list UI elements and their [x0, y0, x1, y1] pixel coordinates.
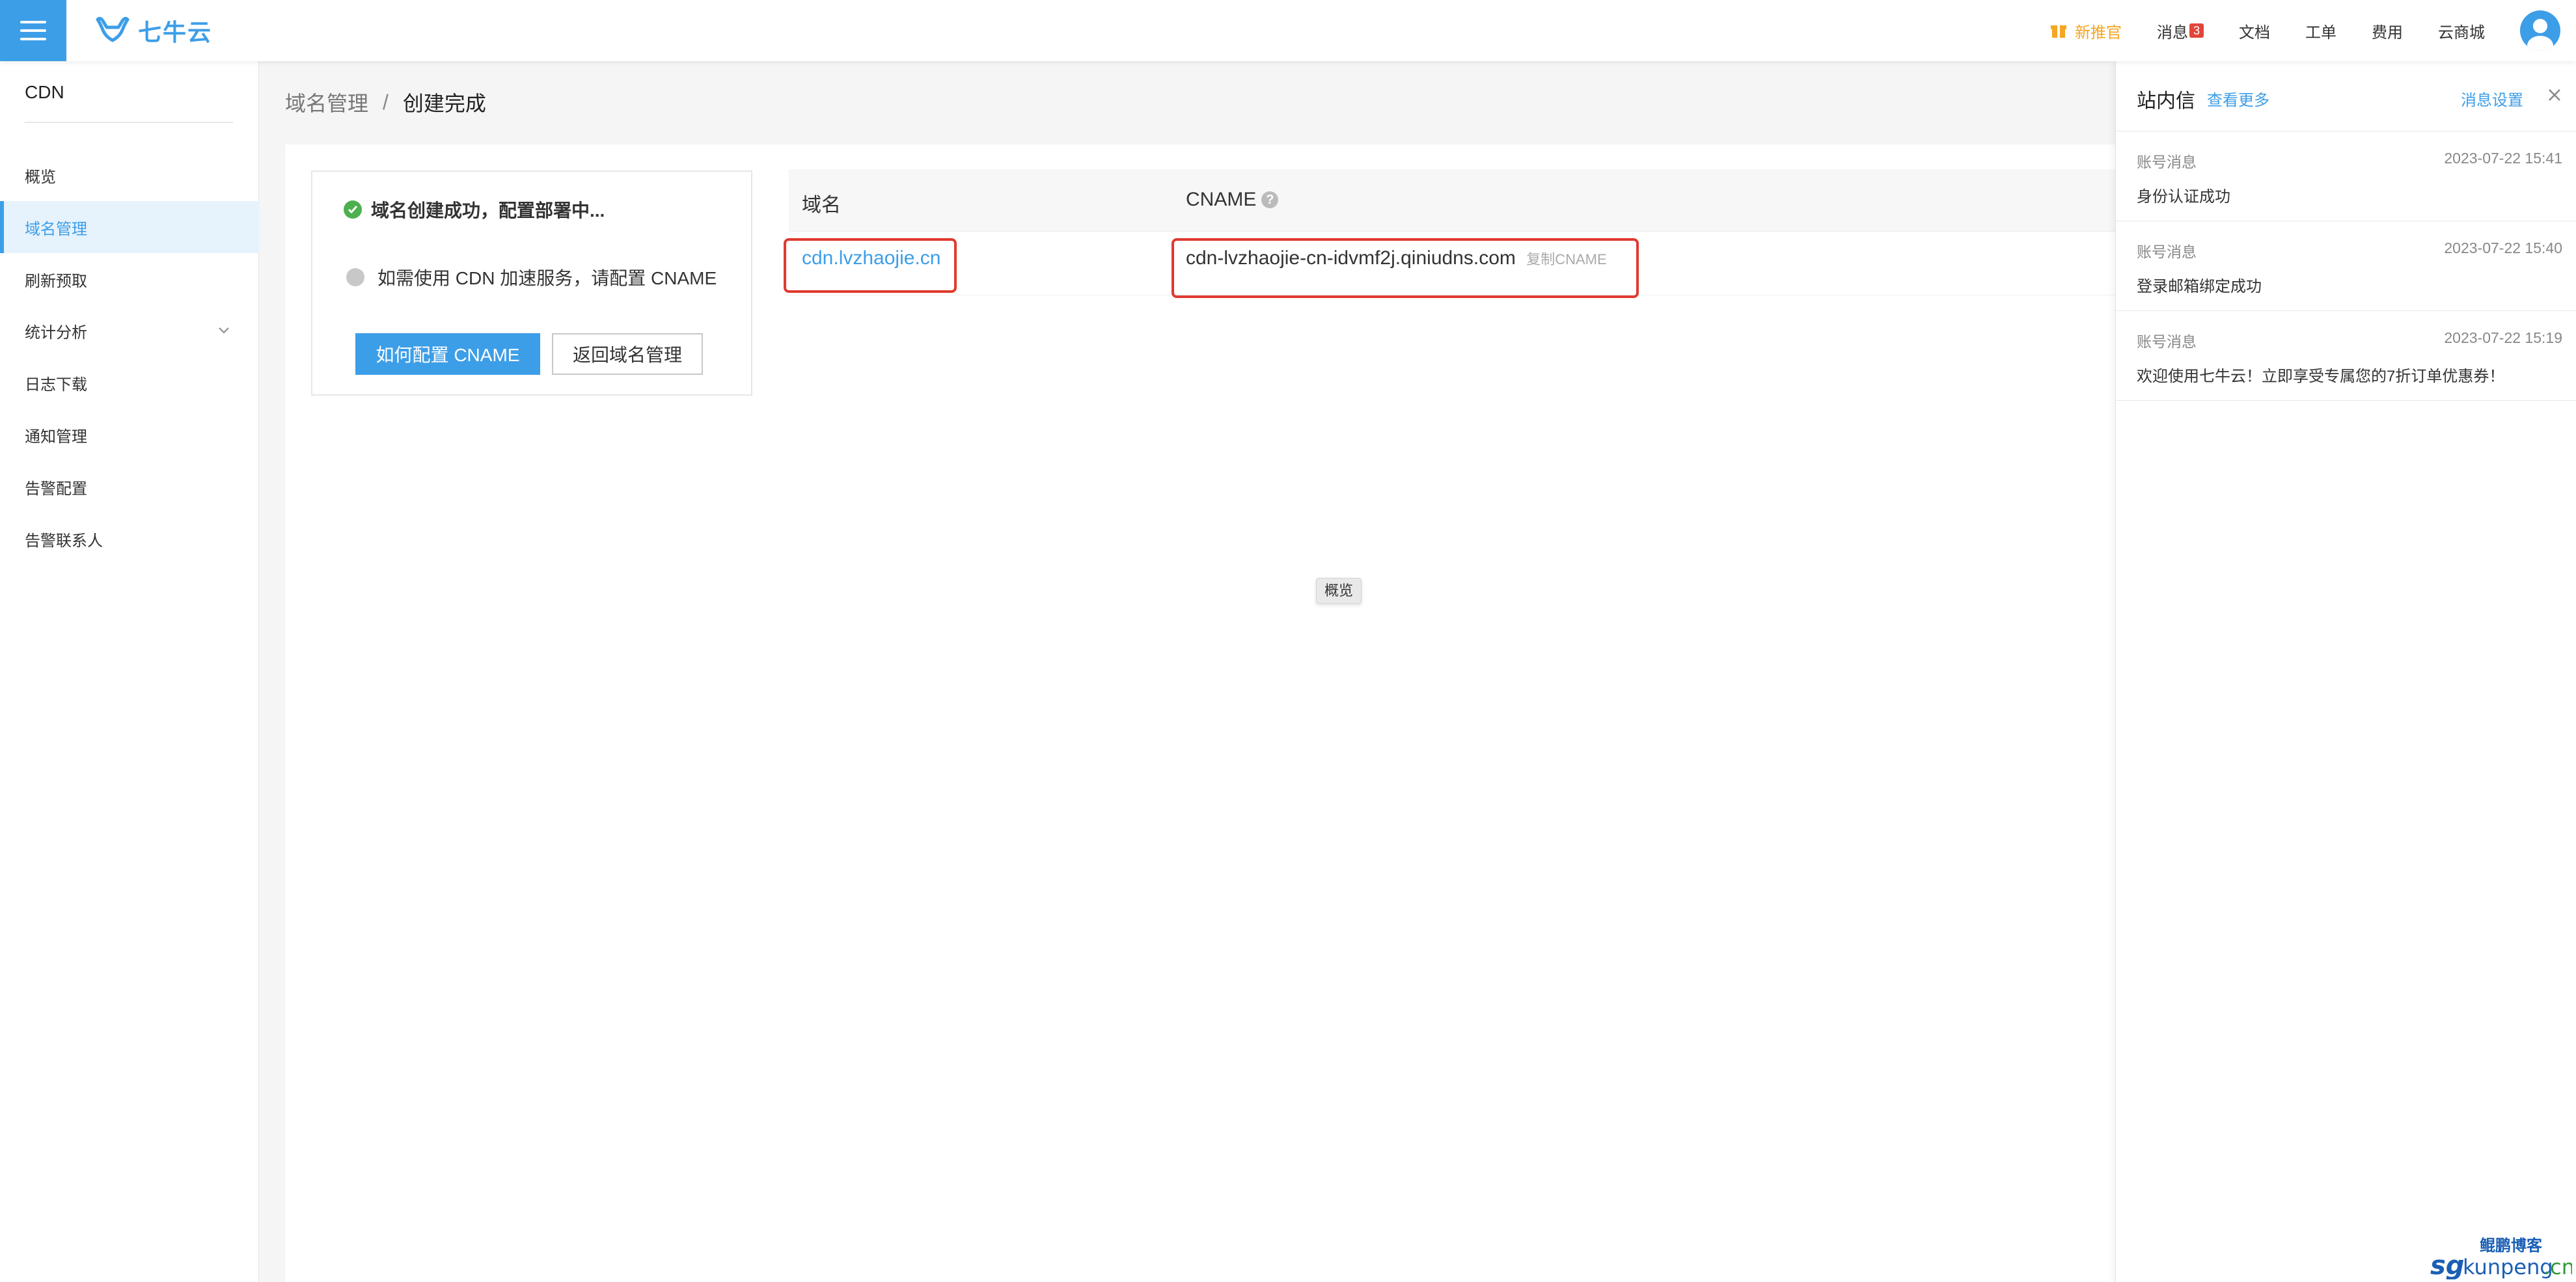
sidebar: CDN 概览 域名管理 刷新预取 统计分析 日志下载 通知管理 告警配置 告警联… — [0, 61, 259, 1282]
user-silhouette-icon — [2527, 19, 2553, 51]
column-header-cname-label: CNAME — [1186, 189, 1257, 210]
sidebar-item-statistics[interactable]: 统计分析 — [0, 305, 259, 357]
notification-text: 欢迎使用七牛云！立即享受专属您的7折订单优惠券！ — [2137, 368, 2505, 385]
menu-line-icon — [20, 38, 46, 40]
nav-tickets-link[interactable]: 工单 — [2305, 20, 2336, 42]
sidebar-item-domain-management[interactable]: 域名管理 — [0, 201, 259, 253]
menu-line-icon — [20, 29, 46, 32]
hamburger-menu-button[interactable] — [0, 0, 66, 61]
breadcrumb-parent-link[interactable]: 域名管理 — [285, 87, 368, 117]
top-bar: 七牛云 新推官 消息 3 文档 工单 费用 云商城 — [0, 0, 2576, 61]
watermark-url-main: kunpeng — [2463, 1255, 2553, 1279]
how-to-configure-cname-button[interactable]: 如何配置 CNAME — [355, 333, 540, 375]
nav-promo-link[interactable]: 新推官 — [2050, 20, 2122, 42]
logo-text: 七牛云 — [138, 19, 213, 46]
sidebar-item-refresh-prefetch[interactable]: 刷新预取 — [0, 253, 259, 305]
sidebar-divider — [25, 122, 233, 123]
cname-hint-row: 如需使用 CDN 加速服务，请配置 CNAME — [346, 264, 717, 290]
nav-docs-link[interactable]: 文档 — [2239, 20, 2270, 42]
tooltip: 概览 — [1316, 578, 1362, 604]
message-settings-link[interactable]: 消息设置 — [2461, 87, 2523, 110]
column-header-cname: CNAME ? — [1186, 189, 1279, 211]
help-icon[interactable]: ? — [1261, 191, 1279, 208]
notification-panel-title: 站内信 — [2137, 90, 2195, 112]
cname-hint-text: 如需使用 CDN 加速服务，请配置 CNAME — [377, 268, 717, 288]
check-circle-icon — [344, 200, 362, 219]
notification-time: 2023-07-22 15:41 — [2444, 150, 2562, 167]
sidebar-item-log-download[interactable]: 日志下载 — [0, 357, 259, 409]
view-more-link[interactable]: 查看更多 — [2207, 87, 2269, 110]
nav-promo-label: 新推官 — [2075, 23, 2122, 42]
notification-time: 2023-07-22 15:19 — [2444, 329, 2562, 346]
sidebar-item-alert-config[interactable]: 告警配置 — [0, 461, 259, 513]
sidebar-item-overview[interactable]: 概览 — [0, 149, 259, 201]
nav-messages-link[interactable]: 消息 3 — [2157, 20, 2204, 42]
nav-marketplace-link[interactable]: 云商城 — [2438, 20, 2485, 42]
watermark-url-suffix: .cn — [2543, 1255, 2572, 1279]
sidebar-item-notification-management[interactable]: 通知管理 — [0, 409, 259, 461]
notification-item[interactable]: 账号消息 2023-07-22 15:19 欢迎使用七牛云！立即享受专属您的7折… — [2116, 311, 2576, 401]
pending-step-icon — [346, 268, 364, 286]
success-status-row: 域名创建成功，配置部署中... — [344, 197, 605, 223]
notification-type: 账号消息 — [2137, 154, 2197, 170]
chevron-down-icon — [219, 327, 229, 334]
menu-line-icon — [20, 21, 46, 23]
sidebar-item-alert-contacts[interactable]: 告警联系人 — [0, 513, 259, 565]
notification-type: 账号消息 — [2137, 333, 2197, 350]
notification-panel-header: 站内信 查看更多 消息设置 — [2116, 61, 2576, 131]
cname-highlight-annotation — [1172, 238, 1639, 298]
success-message: 域名创建成功，配置部署中... — [371, 200, 605, 221]
message-count-badge: 3 — [2189, 23, 2204, 38]
watermark-brand: 鲲鹏博客 — [2480, 1236, 2543, 1255]
sidebar-item-label: 统计分析 — [25, 323, 87, 342]
column-header-domain: 域名 — [802, 195, 841, 216]
close-icon[interactable] — [2547, 87, 2562, 103]
notification-item[interactable]: 账号消息 2023-07-22 15:41 身份认证成功 — [2116, 131, 2576, 221]
creation-status-card: 域名创建成功，配置部署中... 如需使用 CDN 加速服务，请配置 CNAME … — [311, 170, 752, 396]
breadcrumb-separator: / — [383, 90, 389, 114]
gift-icon — [2051, 25, 2066, 38]
back-to-domain-management-button[interactable]: 返回域名管理 — [552, 333, 703, 375]
notification-panel: 站内信 查看更多 消息设置 账号消息 2023-07-22 15:41 身份认证… — [2115, 61, 2576, 1282]
watermark-url-prefix: sg — [2430, 1251, 2464, 1279]
nav-messages-label: 消息 — [2157, 23, 2188, 42]
notification-item[interactable]: 账号消息 2023-07-22 15:40 登录邮箱绑定成功 — [2116, 221, 2576, 311]
breadcrumb: 域名管理 / 创建完成 — [285, 87, 486, 117]
notification-text: 登录邮箱绑定成功 — [2137, 278, 2262, 295]
qiniu-logo-icon — [96, 16, 130, 42]
domain-highlight-annotation — [784, 238, 957, 293]
watermark-logo: 鲲鹏博客 sg kunpeng .cn — [2430, 1236, 2572, 1279]
top-navigation: 新推官 消息 3 文档 工单 费用 云商城 — [2050, 0, 2576, 61]
table-header: 域名 CNAME ? — [789, 169, 2120, 232]
notification-time: 2023-07-22 15:40 — [2444, 239, 2562, 256]
qiniu-logo[interactable]: 七牛云 — [94, 12, 212, 49]
notification-text: 身份认证成功 — [2137, 188, 2230, 206]
user-avatar[interactable] — [2520, 10, 2560, 51]
notification-type: 账号消息 — [2137, 243, 2197, 260]
sidebar-title: CDN — [25, 82, 64, 102]
nav-billing-link[interactable]: 费用 — [2372, 20, 2403, 42]
breadcrumb-current: 创建完成 — [402, 92, 486, 115]
